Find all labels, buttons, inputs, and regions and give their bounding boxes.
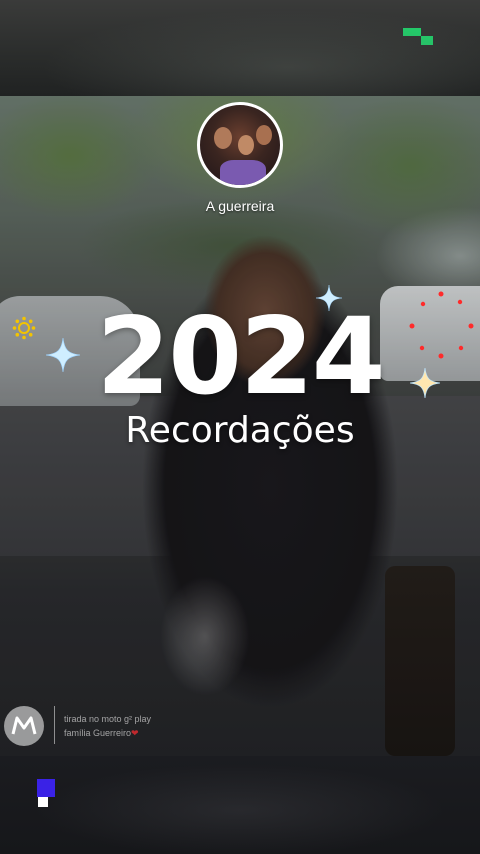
bottom-bar [0, 756, 480, 854]
bottom-logo-icon[interactable] [37, 779, 57, 807]
app-logo-icon [403, 28, 433, 48]
story-year: 2024 [96, 295, 385, 418]
profile-avatar[interactable] [197, 102, 283, 188]
story-subtitle: Recordações [125, 410, 355, 451]
watermark-caption-text: família Guerreiro [64, 728, 132, 738]
top-bar [0, 0, 480, 96]
camera-watermark: tirada no moto g² play família Guerreiro… [4, 706, 184, 750]
watermark-caption: família Guerreiro❤ [64, 728, 139, 739]
watermark-divider [54, 706, 55, 744]
profile-name[interactable]: A guerreira [0, 198, 480, 214]
watermark-device-text: tirada no moto g² play [64, 714, 152, 724]
motorola-logo-icon [4, 706, 44, 746]
heart-icon: ❤ [131, 728, 139, 738]
